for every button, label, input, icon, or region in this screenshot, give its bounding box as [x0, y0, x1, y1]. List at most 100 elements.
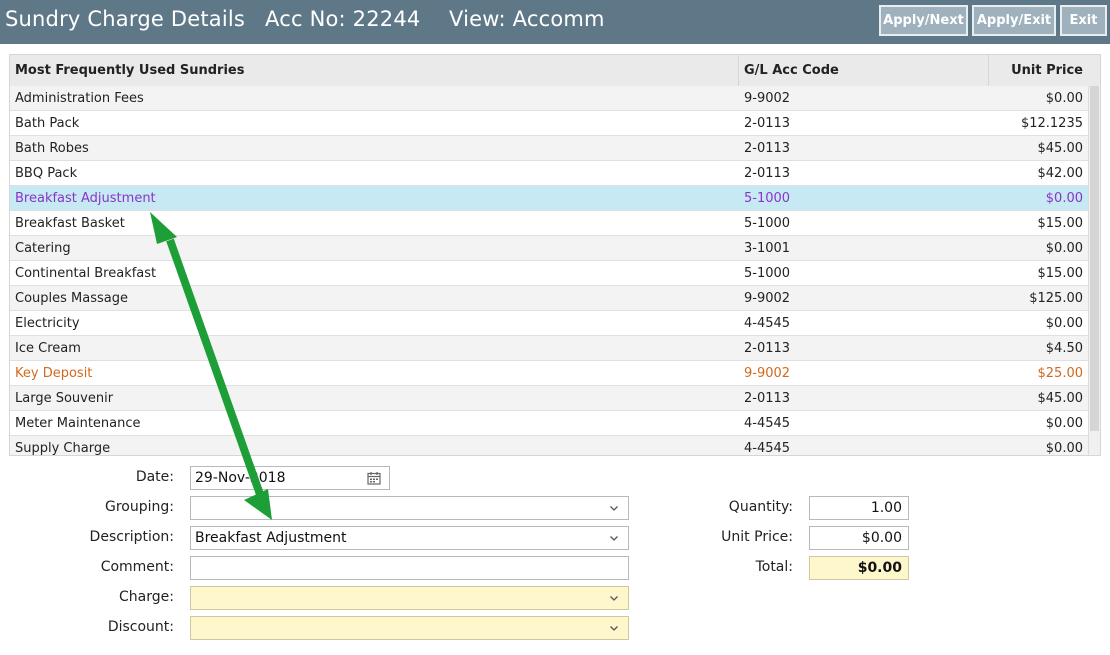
cell-unit-price: $0.00: [1045, 315, 1083, 331]
cell-gl-code: 2-0113: [744, 165, 791, 181]
cell-sundry-name: Continental Breakfast: [15, 265, 157, 281]
apply-exit-button[interactable]: Apply/Exit: [972, 5, 1056, 36]
view-label: View: Accomm: [449, 7, 605, 31]
cell-gl-code: 5-1000: [744, 215, 791, 231]
grid-header: Most Frequently Used Sundries G/L Acc Co…: [10, 55, 1100, 87]
cell-unit-price: $15.00: [1037, 215, 1084, 231]
cell-gl-code: 9-9002: [744, 90, 791, 106]
table-row[interactable]: Continental Breakfast 5-1000 $15.00: [10, 261, 1089, 286]
cell-sundry-name: Breakfast Adjustment: [15, 190, 156, 206]
discount-select[interactable]: [190, 616, 629, 640]
description-label: Description:: [89, 529, 174, 545]
column-header-sundry[interactable]: Most Frequently Used Sundries: [10, 55, 739, 86]
table-row[interactable]: Administration Fees 9-9002 $0.00: [10, 86, 1089, 111]
cell-unit-price: $0.00: [1045, 415, 1083, 431]
cell-sundry-name: Key Deposit: [15, 365, 93, 381]
sundries-grid: Most Frequently Used Sundries G/L Acc Co…: [9, 54, 1101, 456]
cell-unit-price: $0.00: [1045, 190, 1083, 206]
cell-unit-price: $4.50: [1045, 340, 1083, 356]
comment-label: Comment:: [100, 559, 174, 575]
apply-next-button[interactable]: Apply/Next: [879, 5, 968, 36]
table-row[interactable]: Bath Pack 2-0113 $12.1235: [10, 111, 1089, 136]
grid-scrollbar[interactable]: [1088, 86, 1100, 455]
cell-sundry-name: Electricity: [15, 315, 80, 331]
table-row[interactable]: Supply Charge 4-4545 $0.00: [10, 436, 1089, 456]
cell-unit-price: $45.00: [1037, 140, 1084, 156]
charge-select[interactable]: [190, 586, 629, 610]
charge-label: Charge:: [119, 589, 174, 605]
cell-sundry-name: Meter Maintenance: [15, 415, 141, 431]
table-row[interactable]: Bath Robes 2-0113 $45.00: [10, 136, 1089, 161]
quantity-label: Quantity:: [728, 499, 793, 515]
quantity-value: 1.00: [870, 500, 902, 516]
cell-unit-price: $15.00: [1037, 265, 1084, 281]
cell-sundry-name: Catering: [15, 240, 71, 256]
cell-sundry-name: Bath Pack: [15, 115, 80, 131]
cell-sundry-name: Breakfast Basket: [15, 215, 125, 231]
column-header-unit-price[interactable]: Unit Price: [989, 55, 1089, 86]
cell-gl-code: 9-9002: [744, 365, 791, 381]
cell-gl-code: 4-4545: [744, 440, 791, 456]
unit-price-label: Unit Price:: [721, 529, 793, 545]
grouping-select[interactable]: [190, 496, 629, 520]
cell-unit-price: $25.00: [1037, 365, 1084, 381]
table-row[interactable]: Breakfast Basket 5-1000 $15.00: [10, 211, 1089, 236]
cell-sundry-name: Large Souvenir: [15, 390, 114, 406]
cell-unit-price: $0.00: [1045, 440, 1083, 456]
table-row[interactable]: Couples Massage 9-9002 $125.00: [10, 286, 1089, 311]
column-header-gl-code[interactable]: G/L Acc Code: [739, 55, 989, 86]
table-row[interactable]: BBQ Pack 2-0113 $42.00: [10, 161, 1089, 186]
table-row[interactable]: Meter Maintenance 4-4545 $0.00: [10, 411, 1089, 436]
chevron-down-icon: [610, 536, 618, 541]
cell-gl-code: 2-0113: [744, 140, 791, 156]
comment-input[interactable]: [190, 556, 629, 580]
total-label: Total:: [755, 559, 793, 575]
table-row[interactable]: Catering 3-1001 $0.00: [10, 236, 1089, 261]
exit-button[interactable]: Exit: [1060, 5, 1107, 36]
date-value: 29-Nov-2018: [195, 470, 286, 486]
cell-gl-code: 2-0113: [744, 115, 791, 131]
cell-unit-price: $42.00: [1037, 165, 1084, 181]
cell-sundry-name: Bath Robes: [15, 140, 89, 156]
date-field[interactable]: 29-Nov-2018: [190, 466, 390, 490]
cell-sundry-name: BBQ Pack: [15, 165, 78, 181]
grouping-label: Grouping:: [105, 499, 174, 515]
date-label: Date:: [135, 469, 174, 485]
table-row[interactable]: Breakfast Adjustment 5-1000 $0.00: [10, 186, 1089, 211]
chevron-down-icon: [610, 506, 618, 511]
cell-sundry-name: Administration Fees: [15, 90, 144, 106]
title-bar: Sundry Charge Details Acc No: 22244 View…: [0, 0, 1110, 44]
cell-gl-code: 2-0113: [744, 390, 791, 406]
grid-rows: Administration Fees 9-9002 $0.00 Bath Pack 2…: [10, 86, 1089, 456]
scrollbar-thumb[interactable]: [1090, 86, 1099, 431]
table-row[interactable]: Key Deposit 9-9002 $25.00: [10, 361, 1089, 386]
cell-unit-price: $45.00: [1037, 390, 1084, 406]
cell-gl-code: 9-9002: [744, 290, 791, 306]
unit-price-value: $0.00: [861, 530, 902, 546]
cell-gl-code: 5-1000: [744, 190, 791, 206]
cell-sundry-name: Supply Charge: [15, 440, 111, 456]
cell-unit-price: $0.00: [1045, 90, 1083, 106]
page-title: Sundry Charge Details: [5, 7, 246, 31]
cell-gl-code: 5-1000: [744, 265, 791, 281]
quantity-input[interactable]: 1.00: [809, 496, 909, 520]
discount-label: Discount:: [107, 619, 174, 635]
cell-unit-price: $125.00: [1029, 290, 1083, 306]
calendar-icon[interactable]: [367, 471, 381, 485]
unit-price-input[interactable]: $0.00: [809, 526, 909, 550]
cell-gl-code: 3-1001: [744, 240, 791, 256]
cell-gl-code: 4-4545: [744, 315, 791, 331]
cell-sundry-name: Ice Cream: [15, 340, 81, 356]
chevron-down-icon: [610, 596, 618, 601]
chevron-down-icon: [610, 626, 618, 631]
table-row[interactable]: Large Souvenir 2-0113 $45.00: [10, 386, 1089, 411]
cell-unit-price: $12.1235: [1020, 115, 1083, 131]
cell-sundry-name: Couples Massage: [15, 290, 128, 306]
account-number: Acc No: 22244: [265, 7, 421, 31]
table-row[interactable]: Ice Cream 2-0113 $4.50: [10, 336, 1089, 361]
cell-gl-code: 4-4545: [744, 415, 791, 431]
total-value: $0.00: [809, 556, 909, 580]
description-value: Breakfast Adjustment: [195, 530, 347, 546]
description-select[interactable]: Breakfast Adjustment: [190, 526, 629, 550]
table-row[interactable]: Electricity 4-4545 $0.00: [10, 311, 1089, 336]
